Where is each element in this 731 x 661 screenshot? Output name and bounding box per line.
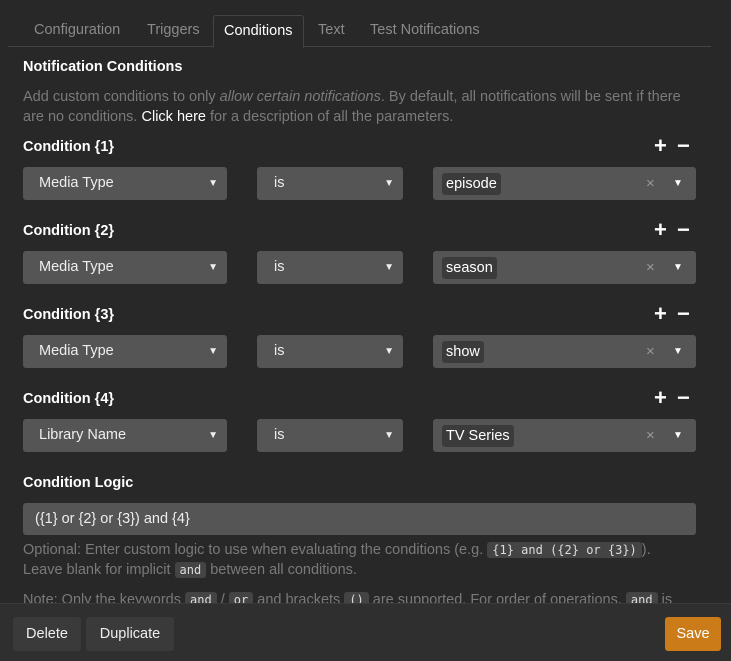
duplicate-button[interactable]: Duplicate (86, 617, 174, 651)
dropdown-caret-icon[interactable]: ▼ (673, 419, 683, 452)
tab-test-notifications[interactable]: Test Notifications (360, 15, 490, 47)
remove-condition-icon[interactable]: − (677, 387, 690, 409)
condition-3-operator-select[interactable]: is ▼ (257, 335, 403, 368)
logic-example-code: {1} and ({2} or {3}) (487, 542, 642, 558)
logic-help-1a: Optional: Enter custom logic to use when… (23, 542, 488, 558)
condition-2-parameter-select[interactable]: Media Type ▼ (23, 251, 227, 284)
remove-condition-icon[interactable]: − (677, 303, 690, 325)
logic-help-2a: Leave blank for implicit (23, 562, 175, 578)
condition-2-operator-select[interactable]: is ▼ (257, 251, 403, 284)
dropdown-caret-icon[interactable]: ▼ (673, 167, 683, 200)
condition-1-actions: + − (652, 135, 692, 159)
condition-3-title: Condition {3} (23, 307, 115, 323)
condition-2-value-select[interactable]: season × ▼ (433, 251, 696, 284)
condition-1-value-tag: episode (442, 173, 501, 195)
dropdown-caret-icon[interactable]: ▼ (673, 251, 683, 284)
chevron-down-icon: ▼ (208, 346, 218, 357)
chevron-down-icon: ▼ (384, 430, 394, 441)
condition-4-value-select[interactable]: TV Series × ▼ (433, 419, 696, 452)
logic-help-1b: ). (641, 542, 651, 558)
intro-emphasis: allow certain notifications (219, 89, 381, 105)
clear-icon[interactable]: × (646, 251, 655, 284)
dropdown-caret-icon[interactable]: ▼ (673, 335, 683, 368)
condition-4-parameter-value: Library Name (39, 427, 127, 443)
condition-logic-title: Condition Logic (23, 475, 134, 491)
condition-4-operator-select[interactable]: is ▼ (257, 419, 403, 452)
condition-1-value-select[interactable]: episode × ▼ (433, 167, 696, 200)
modal-footer: Delete Duplicate Save (0, 603, 731, 661)
condition-logic-input[interactable]: ({1} or {2} or {3}) and {4} (23, 503, 696, 535)
condition-2-value-tag: season (442, 257, 497, 279)
tab-configuration[interactable]: Configuration (24, 15, 130, 47)
intro-text: Add custom conditions to only allow cert… (23, 87, 683, 127)
add-condition-icon[interactable]: + (654, 135, 667, 157)
chevron-down-icon: ▼ (384, 178, 394, 189)
condition-1-parameter-value: Media Type (39, 175, 114, 191)
clear-icon[interactable]: × (646, 335, 655, 368)
condition-2-parameter-value: Media Type (39, 259, 114, 275)
condition-3-actions: + − (652, 303, 692, 327)
condition-1-parameter-select[interactable]: Media Type ▼ (23, 167, 227, 200)
intro-part1: Add custom conditions to only (23, 89, 220, 105)
clear-icon[interactable]: × (646, 167, 655, 200)
logic-help-2b: between all conditions. (206, 562, 357, 578)
chevron-down-icon: ▼ (384, 262, 394, 273)
condition-2-operator-value: is (274, 259, 285, 275)
condition-4-value-tag: TV Series (442, 425, 514, 447)
condition-3-value-select[interactable]: show × ▼ (433, 335, 696, 368)
remove-condition-icon[interactable]: − (677, 219, 690, 241)
condition-1-title: Condition {1} (23, 139, 115, 155)
chevron-down-icon: ▼ (208, 430, 218, 441)
section-title: Notification Conditions (23, 59, 183, 75)
tab-triggers[interactable]: Triggers (137, 15, 210, 47)
tab-bar: Configuration Triggers Conditions Text T… (8, 15, 711, 48)
condition-2-actions: + − (652, 219, 692, 243)
intro-part3: for a description of all the parameters. (205, 109, 454, 125)
chevron-down-icon: ▼ (208, 178, 218, 189)
condition-3-parameter-select[interactable]: Media Type ▼ (23, 335, 227, 368)
add-condition-icon[interactable]: + (654, 303, 667, 325)
chevron-down-icon: ▼ (208, 262, 218, 273)
condition-1-operator-select[interactable]: is ▼ (257, 167, 403, 200)
remove-condition-icon[interactable]: − (677, 135, 690, 157)
condition-4-title: Condition {4} (23, 391, 115, 407)
parameters-help-link[interactable]: Click here (142, 109, 206, 125)
condition-3-parameter-value: Media Type (39, 343, 114, 359)
clear-icon[interactable]: × (646, 419, 655, 452)
condition-4-actions: + − (652, 387, 692, 411)
tab-conditions[interactable]: Conditions (213, 15, 304, 48)
tab-text[interactable]: Text (308, 15, 355, 47)
logic-help-text: Optional: Enter custom logic to use when… (23, 540, 713, 580)
chevron-down-icon: ▼ (384, 346, 394, 357)
save-button[interactable]: Save (665, 617, 721, 651)
add-condition-icon[interactable]: + (654, 219, 667, 241)
condition-2-title: Condition {2} (23, 223, 115, 239)
condition-1-operator-value: is (274, 175, 285, 191)
logic-and-code: and (174, 562, 207, 578)
add-condition-icon[interactable]: + (654, 387, 667, 409)
condition-3-value-tag: show (442, 341, 484, 363)
condition-3-operator-value: is (274, 343, 285, 359)
delete-button[interactable]: Delete (13, 617, 81, 651)
condition-4-operator-value: is (274, 427, 285, 443)
condition-4-parameter-select[interactable]: Library Name ▼ (23, 419, 227, 452)
